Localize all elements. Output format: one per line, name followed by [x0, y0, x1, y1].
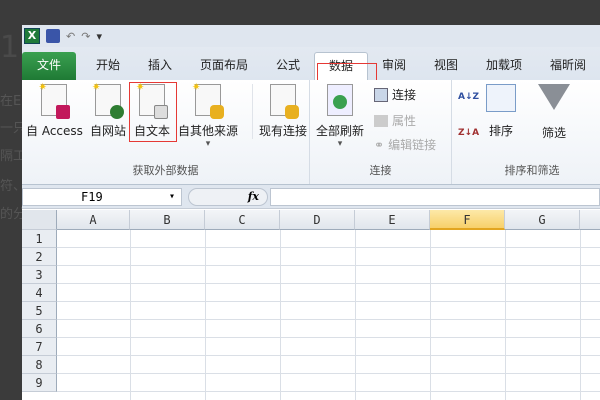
tab-addins[interactable]: 加载项 — [472, 52, 536, 80]
row-header[interactable]: 2 — [22, 248, 57, 266]
row-header[interactable]: 3 — [22, 266, 57, 284]
customize-qat-icon[interactable]: ▾ — [96, 30, 102, 43]
button-label: 自其他来源 — [178, 124, 239, 138]
save-icon[interactable] — [46, 29, 60, 43]
column-header[interactable]: E — [355, 210, 430, 230]
link-icon: ⚭ — [374, 137, 385, 152]
dropdown-arrow-icon: ▾ — [337, 139, 343, 149]
column-header[interactable]: B — [130, 210, 205, 230]
tab-view[interactable]: 视图 — [420, 52, 472, 80]
sort-descending-button[interactable]: Z↓A — [458, 128, 479, 138]
filter-icon — [538, 84, 570, 110]
tab-file[interactable]: 文件 — [22, 52, 76, 80]
globe-icon — [110, 105, 124, 119]
group-label: 排序和筛选 — [504, 164, 560, 177]
database-icon — [210, 105, 224, 119]
group-label: 连接 — [369, 164, 392, 177]
tab-foxit[interactable]: 福昕阅 — [536, 52, 600, 80]
column-header[interactable]: G — [505, 210, 580, 230]
row-header[interactable]: 7 — [22, 338, 57, 356]
button-label: 现有连接 — [259, 124, 308, 138]
sort-ascending-button[interactable]: A↓Z — [458, 92, 479, 102]
connection-icon — [374, 87, 388, 102]
column-header[interactable] — [580, 210, 600, 230]
spreadsheet-grid: A B C D E F G 1 2 3 4 5 6 7 8 9 — [22, 210, 600, 400]
group-connections: 全部刷新 ▾ 连接 属性 ⚭ 编辑链接 连接 — [310, 80, 452, 184]
gridline — [280, 230, 281, 400]
tab-formulas[interactable]: 公式 — [262, 52, 314, 80]
gridline — [430, 230, 431, 400]
sort-button[interactable]: 排序 — [486, 84, 516, 139]
button-label: 筛选 — [541, 126, 566, 140]
button-label: 编辑链接 — [388, 138, 437, 152]
highlight-box — [129, 82, 177, 142]
bg-fragment: 在E — [0, 94, 22, 109]
row-header[interactable]: 5 — [22, 302, 57, 320]
tab-insert[interactable]: 插入 — [134, 52, 186, 80]
sort-icon — [486, 84, 516, 112]
group-get-external-data: ✷ 自 Access ✷ 自网站 ✷ 自文本 ✷ 自其他来源 ▾ 现有连接 获取外部数据 — [22, 80, 310, 184]
formula-input[interactable] — [270, 188, 600, 206]
column-header-selected[interactable]: F — [430, 210, 505, 230]
ribbon-tabs: 文件 开始 插入 页面布局 公式 数据 审阅 视图 加载项 福昕阅 — [22, 47, 600, 101]
formula-bar: F19 ▾ fx — [22, 185, 600, 209]
insert-function-icon[interactable]: fx — [188, 188, 268, 206]
excel-window: X ↶ ↷ ▾ 文件 开始 插入 页面布局 公式 数据 审阅 视图 加载项 福昕… — [22, 25, 600, 400]
gridline — [205, 230, 206, 400]
dropdown-arrow-icon: ▾ — [205, 139, 211, 149]
ribbon: ✷ 自 Access ✷ 自网站 ✷ 自文本 ✷ 自其他来源 ▾ 现有连接 获取外部数据 … — [22, 80, 600, 185]
undo-icon[interactable]: ↶ — [66, 30, 75, 43]
button-label: 连接 — [392, 88, 417, 102]
button-label: 属性 — [392, 114, 417, 128]
row-header[interactable]: 6 — [22, 320, 57, 338]
gridline — [580, 230, 581, 400]
button-label: 自网站 — [90, 124, 127, 138]
access-icon — [56, 105, 71, 119]
gridline — [355, 230, 356, 400]
existing-connections-button[interactable]: 现有连接 — [252, 84, 307, 139]
properties-button[interactable]: 属性 — [374, 112, 416, 129]
name-box-dropdown-icon[interactable]: ▾ — [169, 189, 175, 205]
gridline — [130, 230, 131, 400]
bg-fragment: 1 — [0, 30, 20, 65]
from-other-sources-button[interactable]: ✷ 自其他来源 ▾ — [178, 82, 239, 149]
cells-area[interactable] — [57, 230, 600, 400]
database-icon — [285, 105, 299, 119]
redo-icon[interactable]: ↷ — [81, 30, 90, 43]
row-header[interactable]: 9 — [22, 374, 57, 392]
group-sort-filter: A↓Z Z↓A 排序 筛选 排序和筛选 — [452, 80, 600, 184]
refresh-icon — [333, 95, 347, 109]
row-header[interactable]: 8 — [22, 356, 57, 374]
row-header[interactable]: 4 — [22, 284, 57, 302]
edit-links-button[interactable]: ⚭ 编辑链接 — [374, 136, 436, 153]
tab-home[interactable]: 开始 — [82, 52, 134, 80]
connections-button[interactable]: 连接 — [374, 86, 416, 103]
group-label: 获取外部数据 — [132, 164, 199, 177]
tab-page-layout[interactable]: 页面布局 — [186, 52, 262, 80]
button-label: 排序 — [488, 124, 513, 138]
from-access-button[interactable]: ✷ 自 Access — [26, 82, 83, 139]
gridline — [505, 230, 506, 400]
column-header[interactable]: D — [280, 210, 355, 230]
properties-icon — [374, 114, 388, 127]
filter-button[interactable]: 筛选 — [538, 84, 570, 141]
column-header[interactable]: C — [205, 210, 280, 230]
button-label: 自 Access — [26, 124, 83, 138]
excel-logo-icon: X — [24, 28, 40, 44]
name-box[interactable]: F19 ▾ — [22, 188, 182, 206]
column-header[interactable]: A — [57, 210, 130, 230]
select-all-button[interactable] — [22, 210, 57, 230]
from-web-button[interactable]: ✷ 自网站 — [90, 82, 127, 139]
quick-access-toolbar: X ↶ ↷ ▾ — [22, 25, 600, 47]
name-box-value: F19 — [81, 190, 103, 204]
button-label: 全部刷新 — [316, 124, 365, 138]
refresh-all-button[interactable]: 全部刷新 ▾ — [316, 84, 364, 149]
row-header[interactable]: 1 — [22, 230, 57, 248]
